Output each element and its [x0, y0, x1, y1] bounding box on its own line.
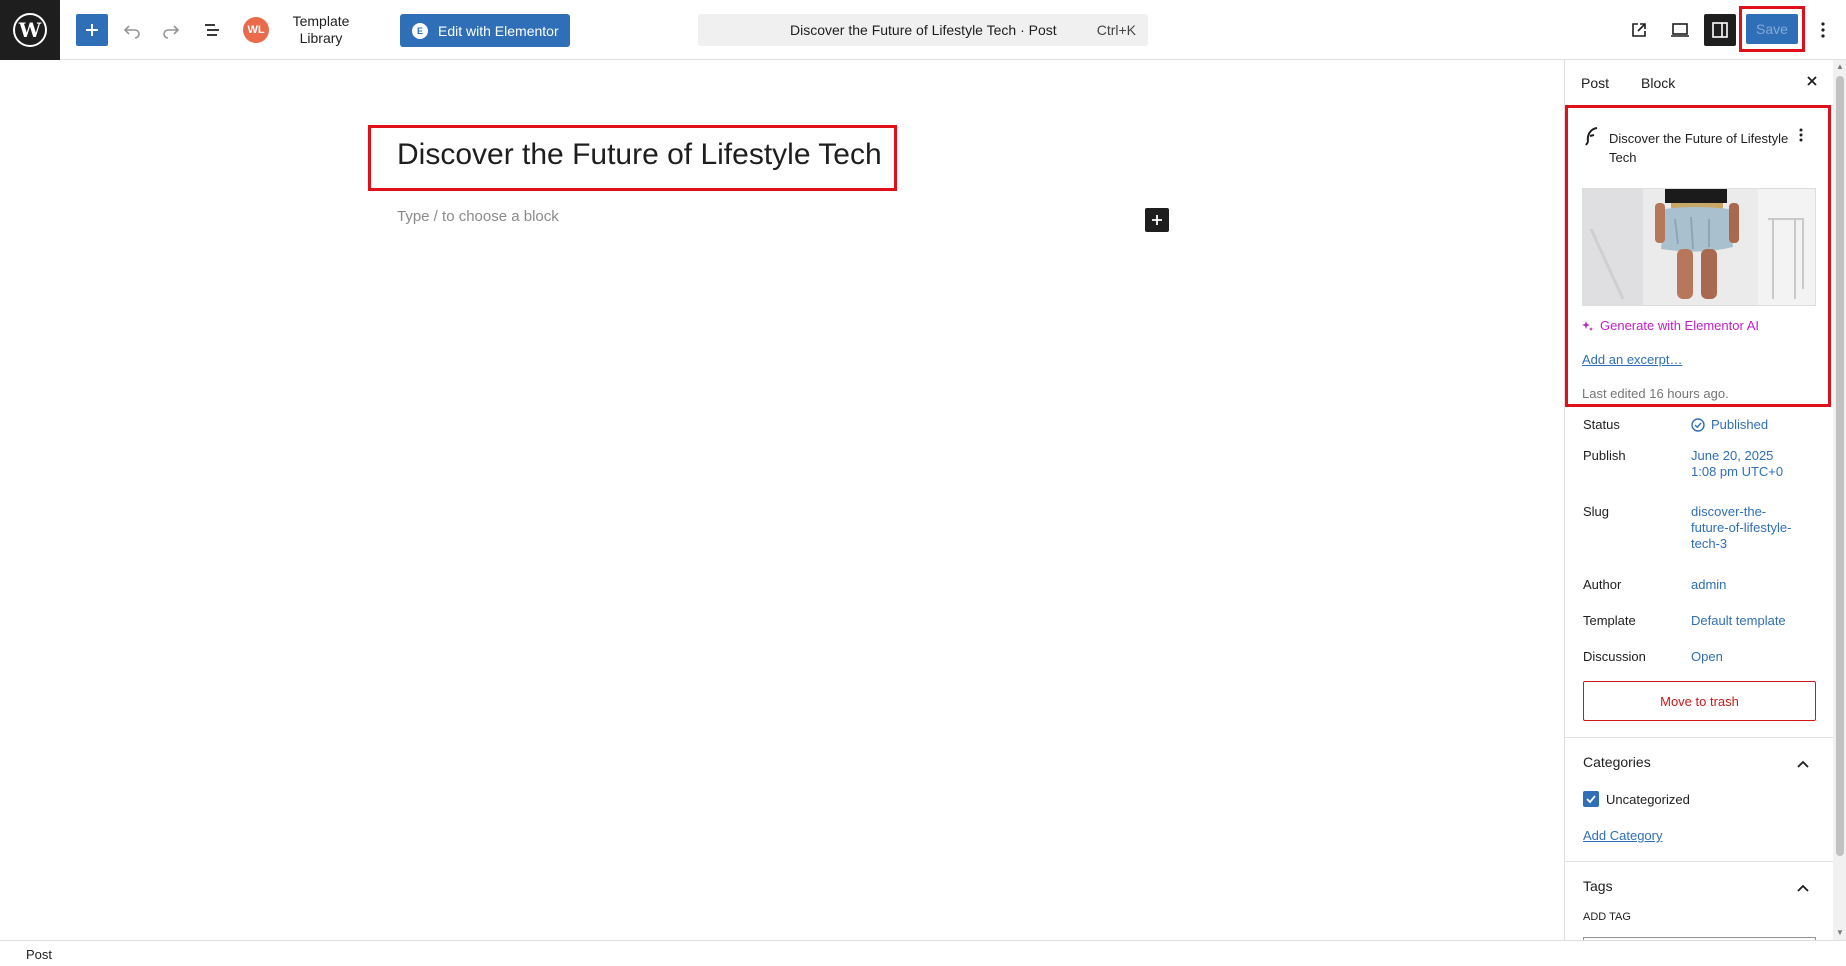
add-tag-label: ADD TAG — [1583, 911, 1631, 923]
close-icon[interactable] — [1805, 74, 1819, 93]
options-kebab-icon[interactable] — [1812, 14, 1834, 46]
scroll-down-arrow-icon[interactable]: ▼ — [1836, 929, 1844, 937]
author-label: Author — [1583, 577, 1622, 592]
elementor-icon: E — [412, 22, 428, 39]
command-palette-bar[interactable]: Discover the Future of Lifestyle Tech · … — [698, 14, 1148, 46]
add-category-link[interactable]: Add Category — [1583, 828, 1663, 843]
template-label: Template — [1583, 613, 1636, 628]
add-excerpt-link[interactable]: Add an excerpt… — [1582, 352, 1682, 367]
template-library-label-2: Library — [299, 30, 343, 46]
inline-inserter-plus-icon[interactable] — [1145, 208, 1169, 232]
editor-header: W WL Template Library E Edit with Elemen… — [0, 0, 1846, 60]
chevron-up-icon[interactable] — [1796, 756, 1810, 774]
document-overview-icon[interactable] — [196, 14, 228, 46]
editor-footer: Post — [0, 940, 1846, 966]
save-highlight-box: Save — [1739, 6, 1805, 52]
template-library-button[interactable]: Template Library — [283, 13, 359, 47]
view-post-external-icon[interactable] — [1623, 14, 1655, 46]
discussion-label: Discussion — [1583, 649, 1646, 664]
publish-date-button[interactable]: June 20, 2025 1:08 pm UTC+0 — [1691, 448, 1811, 480]
publish-time: 1:08 pm UTC+0 — [1691, 464, 1784, 479]
tab-post[interactable]: Post — [1581, 75, 1609, 91]
wordpress-logo-icon[interactable]: W — [0, 0, 60, 60]
published-check-icon — [1691, 418, 1705, 432]
sidebar-tabs: Post Block — [1565, 60, 1833, 106]
status-value: Published — [1711, 417, 1769, 432]
edit-with-elementor-button[interactable]: E Edit with Elementor — [400, 14, 570, 47]
status-value-button[interactable]: Published — [1691, 417, 1811, 433]
generate-ai-link[interactable]: Generate with Elementor AI — [1582, 318, 1759, 333]
block-inserter-button[interactable] — [76, 14, 108, 46]
last-edited-text: Last edited 16 hours ago. — [1582, 386, 1729, 401]
generate-ai-label: Generate with Elementor AI — [1600, 318, 1759, 333]
settings-sidebar-toggle-icon[interactable] — [1704, 14, 1736, 46]
author-value[interactable]: admin — [1691, 577, 1811, 593]
checkmark-icon — [1586, 795, 1596, 804]
divider — [1565, 861, 1833, 862]
post-title-input[interactable]: Discover the Future of Lifestyle Tech — [397, 138, 882, 172]
title-highlight-box: Discover the Future of Lifestyle Tech — [368, 125, 897, 191]
status-label: Status — [1583, 417, 1620, 432]
publish-label: Publish — [1583, 448, 1626, 463]
command-bar-title: Discover the Future of Lifestyle Tech · … — [790, 22, 1057, 38]
svg-text:W: W — [18, 18, 42, 42]
sparkle-icon — [1582, 320, 1593, 331]
publish-date: June 20, 2025 — [1691, 448, 1774, 463]
scroll-up-arrow-icon[interactable]: ▲ — [1836, 63, 1844, 71]
footer-breadcrumb[interactable]: Post — [26, 947, 52, 962]
settings-sidebar: Post Block Discover the Future of Lifest… — [1564, 60, 1846, 947]
default-block-appender[interactable]: Type / to choose a block — [397, 208, 559, 225]
slug-line-3: tech-3 — [1691, 536, 1728, 551]
wl-plugin-icon[interactable]: WL — [243, 17, 269, 43]
command-bar-shortcut: Ctrl+K — [1096, 22, 1136, 38]
move-to-trash-button[interactable]: Move to trash — [1583, 681, 1816, 721]
undo-icon[interactable] — [116, 14, 148, 46]
post-feather-icon — [1584, 126, 1600, 151]
slug-line-1: discover-the- — [1691, 504, 1767, 519]
device-preview-icon[interactable] — [1664, 14, 1696, 46]
category-label[interactable]: Uncategorized — [1606, 792, 1690, 807]
scrollbar-thumb[interactable] — [1836, 76, 1844, 856]
category-checkbox[interactable] — [1583, 791, 1599, 807]
discussion-value[interactable]: Open — [1691, 649, 1811, 665]
divider — [1565, 737, 1833, 738]
post-card-title: Discover the Future of Lifestyle Tech — [1609, 131, 1789, 165]
slug-button[interactable]: discover-the- future-of-lifestyle- tech-… — [1691, 504, 1811, 552]
sidebar-scrollbar[interactable]: ▲ ▼ — [1833, 60, 1846, 940]
categories-panel-title[interactable]: Categories — [1583, 754, 1651, 770]
chevron-up-icon[interactable] — [1796, 880, 1810, 898]
post-summary-card: Discover the Future of Lifestyle Tech Ge… — [1565, 105, 1831, 407]
post-actions-kebab-icon[interactable] — [1799, 128, 1803, 147]
tab-block[interactable]: Block — [1641, 75, 1675, 91]
template-library-label-1: Template — [292, 13, 350, 29]
editor-canvas[interactable]: Discover the Future of Lifestyle Tech Ty… — [0, 60, 1564, 940]
tags-panel-title[interactable]: Tags — [1583, 878, 1613, 894]
save-button[interactable]: Save — [1746, 14, 1798, 44]
redo-icon[interactable] — [155, 14, 187, 46]
slug-line-2: future-of-lifestyle- — [1691, 520, 1792, 535]
slug-label: Slug — [1583, 504, 1610, 519]
template-value[interactable]: Default template — [1691, 613, 1811, 629]
featured-image[interactable] — [1582, 188, 1816, 306]
edit-with-elementor-label: Edit with Elementor — [438, 22, 559, 39]
